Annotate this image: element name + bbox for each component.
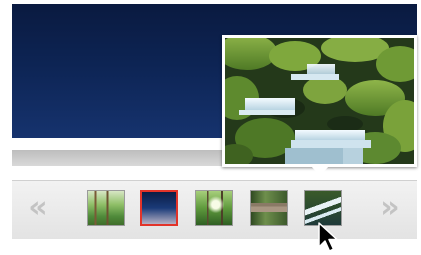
mouse-cursor-icon bbox=[318, 222, 338, 252]
preview-image bbox=[225, 38, 414, 164]
double-chevron-left-icon[interactable]: « bbox=[18, 193, 52, 223]
thumbnail-mossy-waterfall[interactable] bbox=[304, 190, 342, 226]
thumbnail-sunlit-forest[interactable] bbox=[195, 190, 233, 226]
double-chevron-right-icon[interactable]: » bbox=[370, 193, 404, 223]
thumbnail-cabin-in-woods[interactable] bbox=[250, 190, 288, 226]
waterfall-photo bbox=[225, 38, 414, 164]
thumbnail-blue-ocean-selected[interactable] bbox=[140, 190, 178, 226]
gallery-widget: « » bbox=[0, 0, 421, 255]
thumbnail-forest-trees[interactable] bbox=[87, 190, 125, 226]
thumbnail-preview-popup bbox=[222, 35, 417, 167]
preview-pointer-arrow bbox=[311, 166, 329, 176]
